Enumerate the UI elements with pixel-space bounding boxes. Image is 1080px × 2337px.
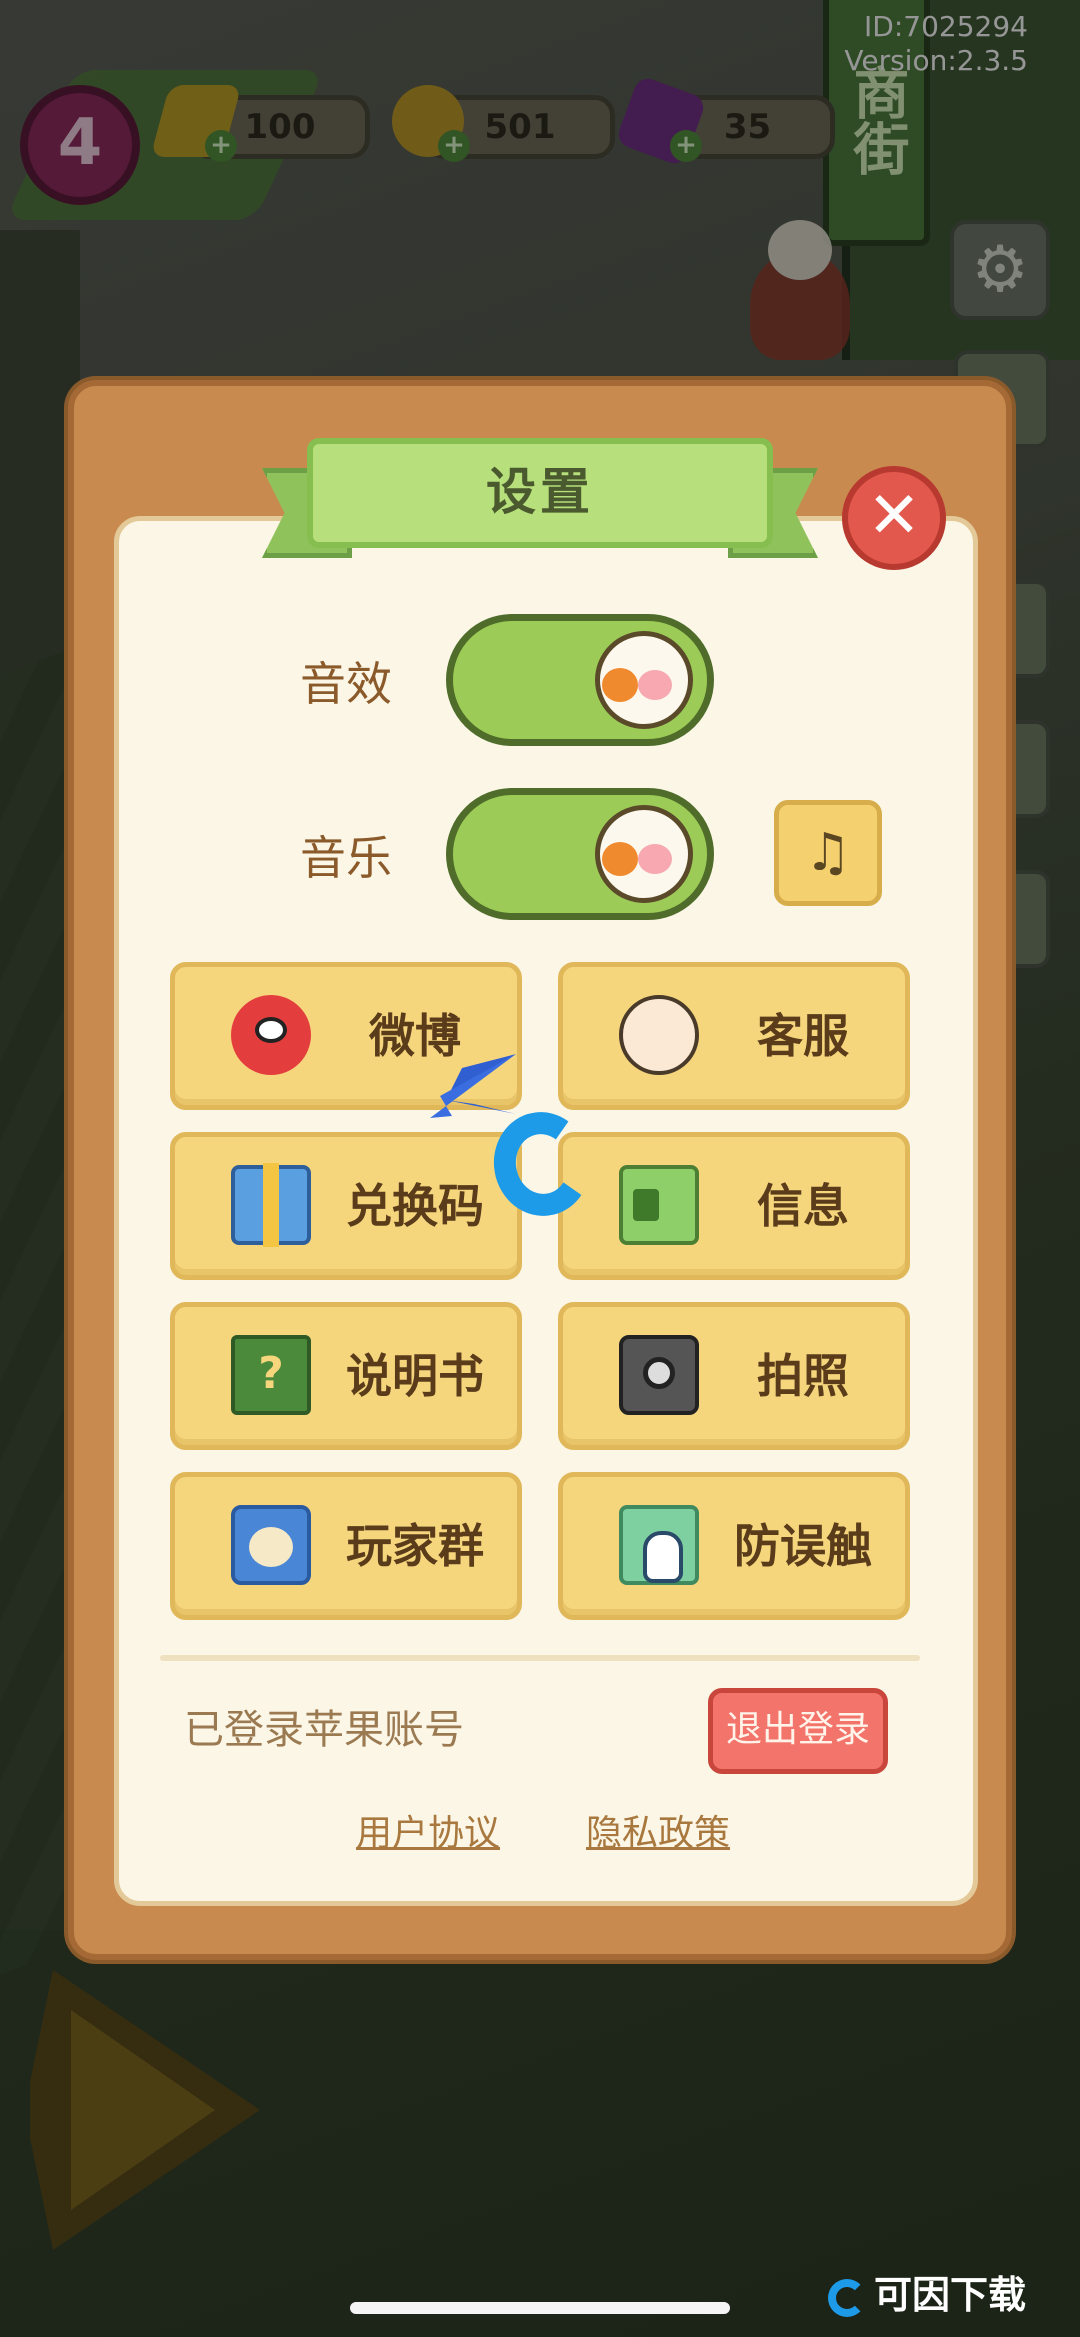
close-icon[interactable]: ✕ [842,466,946,570]
button-label: 信息 [757,1179,849,1233]
redeem-code-button[interactable]: 兑换码 [170,1132,522,1280]
divider [160,1655,920,1661]
group-icon [231,1505,311,1585]
watermark-c-icon [828,2278,866,2317]
watermark-brand-text: 可因下载 [874,2273,1027,2317]
photo-button[interactable]: 拍照 [558,1302,910,1450]
settings-title-ribbon: 设置 [262,438,818,568]
logout-button[interactable]: 退出登录 [708,1688,888,1774]
gift-icon [231,1163,311,1247]
user-agreement-link[interactable]: 用户协议 [356,1808,500,1860]
weibo-icon [231,995,311,1075]
sound-effect-label: 音效 [300,657,392,711]
dialog-title: 设置 [307,438,773,548]
music-playlist-icon[interactable]: ♫ [774,800,882,906]
player-group-button[interactable]: 玩家群 [170,1472,522,1620]
music-toggle[interactable] [446,788,714,920]
id-card-icon [619,1165,699,1245]
button-label: 防误触 [734,1519,872,1573]
privacy-policy-link[interactable]: 隐私政策 [586,1808,730,1860]
duck-toggle-knob-icon [595,805,693,903]
duck-toggle-knob-icon [595,631,693,729]
sound-effect-toggle[interactable] [446,614,714,746]
book-icon: ? [231,1335,311,1415]
button-label: 玩家群 [346,1519,484,1573]
button-label: 拍照 [757,1349,849,1403]
customer-service-icon [619,995,699,1075]
info-button[interactable]: 信息 [558,1132,910,1280]
anti-mistouch-button[interactable]: 防误触 [558,1472,910,1620]
pointer-arrow-icon [430,1054,516,1118]
music-label: 音乐 [300,831,392,885]
watermark-brand: 可因下载 [828,2270,1026,2320]
touch-icon [619,1505,699,1585]
button-label: 客服 [757,1009,849,1063]
button-label: 说明书 [346,1349,484,1403]
camera-icon [619,1335,699,1415]
manual-button[interactable]: ? 说明书 [170,1302,522,1450]
login-status: 已登录苹果账号 [184,1707,464,1753]
button-label: 兑换码 [346,1179,484,1233]
customer-service-button[interactable]: 客服 [558,962,910,1110]
home-indicator[interactable] [350,2302,730,2314]
